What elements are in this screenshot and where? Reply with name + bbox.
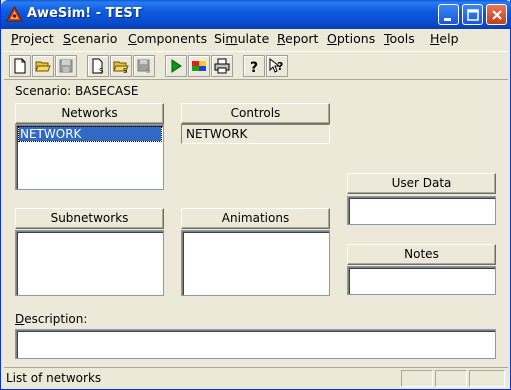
networks-list[interactable]: NETWORK [15, 124, 164, 190]
notes-header-button[interactable]: Notes [347, 244, 496, 265]
window-title: AweSim! - TEST [27, 6, 142, 21]
status-pane-3 [469, 370, 505, 387]
subnetworks-list[interactable] [15, 230, 164, 296]
svg-text:S: S [99, 67, 104, 74]
subnetworks-header-button[interactable]: Subnetworks [15, 208, 164, 229]
controls-field[interactable]: NETWORK [181, 124, 330, 144]
open-icon[interactable] [32, 55, 54, 77]
menu-bar: Project Scenario Components Simulate Rep… [4, 29, 508, 49]
status-pane-2 [435, 370, 467, 387]
svg-text:?: ? [277, 60, 283, 73]
networks-header-button[interactable]: Networks [15, 103, 164, 124]
open-scenario-icon[interactable]: S [110, 55, 132, 77]
menu-accelerator: S [63, 31, 71, 46]
menu-report[interactable]: Report [277, 31, 318, 46]
maximize-button[interactable] [462, 4, 483, 25]
menu-options[interactable]: Options [327, 31, 375, 46]
menu-simulate[interactable]: Simulate [214, 31, 269, 46]
animations-header-button[interactable]: Animations [181, 208, 330, 229]
svg-text:S: S [146, 67, 151, 74]
notes-field[interactable] [347, 266, 496, 295]
menu-accelerator: O [327, 31, 337, 46]
menu-project[interactable]: Project [11, 31, 54, 46]
close-button[interactable] [486, 4, 507, 25]
svg-text:S: S [123, 67, 128, 74]
new-scenario-icon[interactable]: S [87, 55, 109, 77]
print-icon[interactable] [211, 55, 233, 77]
toolbar: S S S ? ? [4, 51, 508, 80]
description-label: Description: [15, 312, 88, 326]
menu-accelerator: H [430, 31, 440, 46]
description-field[interactable] [15, 329, 496, 359]
status-pane-1 [401, 370, 433, 387]
save-icon[interactable] [55, 55, 77, 77]
app-window: AweSim! - TEST Project Scenario Componen… [0, 0, 511, 390]
menu-help[interactable]: Help [430, 31, 459, 46]
list-item[interactable]: NETWORK [18, 126, 162, 142]
minimize-button[interactable] [438, 4, 459, 25]
title-bar[interactable]: AweSim! - TEST [1, 0, 511, 29]
menu-accelerator: m [225, 31, 238, 46]
context-help-icon[interactable]: ? [266, 55, 288, 77]
user-data-header-button[interactable]: User Data [347, 173, 496, 194]
menu-scenario[interactable]: Scenario [63, 31, 117, 46]
menu-accelerator: C [128, 31, 137, 46]
user-data-field[interactable] [347, 196, 496, 225]
scenario-label: Scenario: BASECASE [15, 84, 139, 98]
status-text: List of networks [6, 371, 102, 385]
svg-text:?: ? [250, 60, 258, 74]
help-icon[interactable]: ? [243, 55, 265, 77]
awesim-app-icon[interactable] [6, 5, 23, 23]
notes-value [351, 269, 352, 283]
description-value [19, 332, 20, 346]
save-scenario-icon[interactable]: S [133, 55, 155, 77]
menu-accelerator: R [277, 31, 286, 46]
report-icon[interactable] [188, 55, 210, 77]
user-data-value [351, 199, 352, 213]
menu-components[interactable]: Components [128, 31, 207, 46]
run-icon[interactable] [165, 55, 187, 77]
controls-header-button[interactable]: Controls [181, 103, 330, 124]
menu-tools[interactable]: Tools [384, 31, 415, 46]
controls-value: NETWORK [186, 127, 248, 141]
animations-list[interactable] [181, 230, 330, 296]
status-bar: List of networks [4, 367, 508, 387]
new-icon[interactable] [9, 55, 31, 77]
